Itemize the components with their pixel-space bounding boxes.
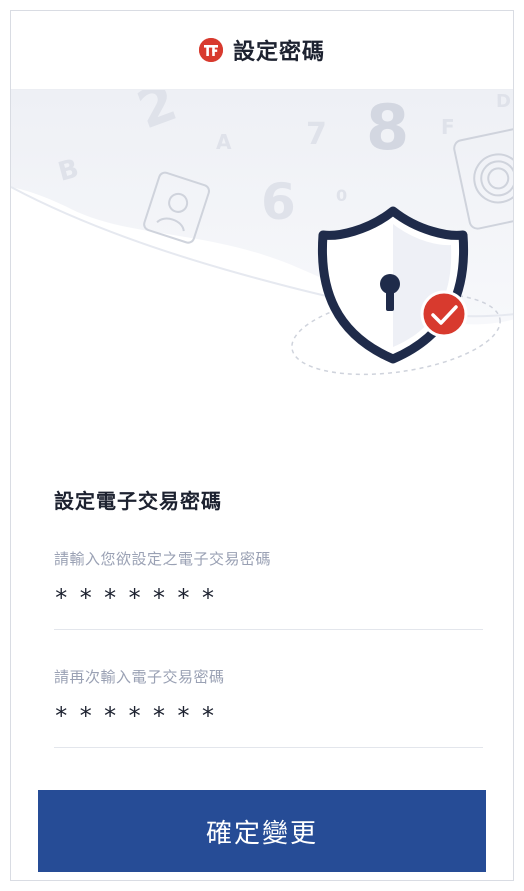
app-screen: 設定密碼 2 A 7 8 F D 6 0 B 設定電子交易密碼 請輸入您欲設定之… — [10, 10, 514, 881]
confirm-password-field[interactable]: 請再次輸入電子交易密碼 ******* — [54, 666, 483, 748]
confirm-password-input[interactable]: ******* — [54, 699, 483, 733]
security-shield-illustration: 2 A 7 8 F D 6 0 B — [11, 89, 513, 419]
form-title: 設定電子交易密碼 — [54, 489, 222, 513]
hero-glyph: F — [441, 115, 455, 139]
hero-glyph: D — [496, 91, 511, 112]
hero-glyph: A — [216, 130, 232, 154]
top-bar: 設定密碼 — [11, 11, 513, 90]
confirm-password-underline — [54, 747, 483, 748]
confirm-password-label: 請再次輸入電子交易密碼 — [54, 668, 225, 686]
hero-glyph: 8 — [366, 91, 409, 164]
confirm-change-button[interactable]: 確定變更 — [38, 790, 486, 872]
brand-logo-icon — [198, 38, 223, 62]
password-input[interactable]: ******* — [54, 581, 483, 615]
password-label: 請輸入您欲設定之電子交易密碼 — [54, 550, 272, 568]
hero-glyph: 6 — [261, 173, 296, 231]
check-badge-icon — [420, 290, 468, 338]
password-field[interactable]: 請輸入您欲設定之電子交易密碼 ******* — [54, 548, 483, 630]
hero-glyph: 0 — [336, 186, 347, 205]
page-title: 設定密碼 — [232, 40, 325, 65]
password-underline — [54, 629, 483, 630]
hero-glyph: 7 — [306, 117, 327, 152]
